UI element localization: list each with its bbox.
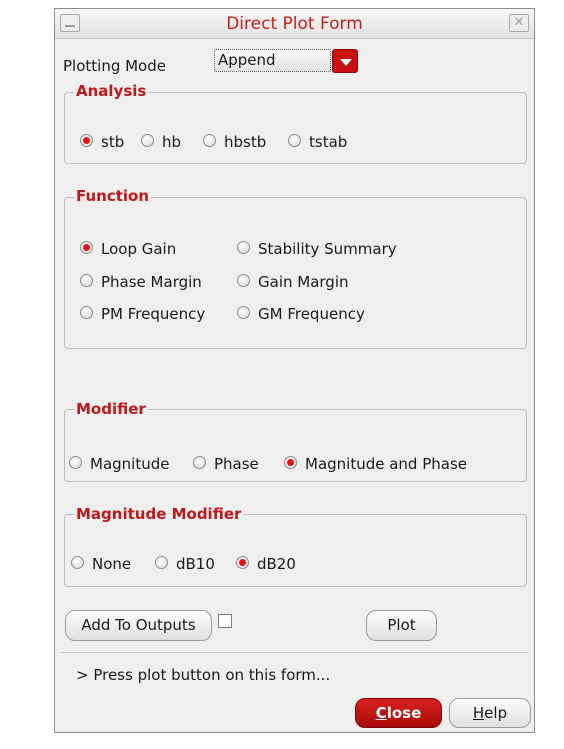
- status-message: > Press plot button on this form...: [76, 666, 331, 684]
- radio-stability-summary[interactable]: Stability Summary: [237, 240, 397, 258]
- close-button[interactable]: Close: [355, 698, 442, 728]
- close-mnemonic: C: [375, 704, 387, 722]
- help-button[interactable]: Help: [449, 698, 531, 728]
- add-to-outputs-checkbox[interactable]: [218, 614, 232, 628]
- radio-label: None: [92, 555, 132, 573]
- help-mnemonic: H: [472, 704, 485, 722]
- radio-label: dB10: [176, 555, 215, 573]
- radio-button-icon[interactable]: [237, 241, 250, 254]
- radio-label: Stability Summary: [258, 240, 397, 258]
- radio-button-icon[interactable]: [69, 456, 82, 469]
- radio-hbstb[interactable]: hbstb: [203, 133, 266, 151]
- radio-button-icon[interactable]: [237, 274, 250, 287]
- radio-label: GM Frequency: [258, 305, 365, 323]
- radio-button-icon[interactable]: [237, 306, 250, 319]
- radio-label: hb: [162, 133, 182, 151]
- radio-label: stb: [101, 133, 125, 151]
- radio-hb[interactable]: hb: [141, 133, 181, 151]
- radio-button-icon[interactable]: [141, 134, 154, 147]
- radio-button-icon[interactable]: [80, 306, 93, 319]
- radio-label: Magnitude: [90, 455, 170, 473]
- radio-button-icon[interactable]: [236, 556, 249, 569]
- radio-button-icon[interactable]: [284, 456, 297, 469]
- title-bar[interactable]: Direct Plot Form ✕: [55, 9, 534, 39]
- radio-button-icon[interactable]: [155, 556, 168, 569]
- plotting-mode-select[interactable]: Append: [214, 49, 359, 74]
- radio-button-icon[interactable]: [80, 241, 93, 254]
- radio-button-icon[interactable]: [80, 134, 93, 147]
- radio-label: dB20: [257, 555, 296, 573]
- plotting-mode-label: Plotting Mode: [63, 57, 166, 75]
- divider: [61, 652, 528, 653]
- radio-button-icon[interactable]: [71, 556, 84, 569]
- radio-label: PM Frequency: [101, 305, 206, 323]
- radio-stb[interactable]: stb: [80, 133, 124, 151]
- radio-tstab[interactable]: tstab: [288, 133, 347, 151]
- plotting-mode-value[interactable]: Append: [214, 49, 331, 72]
- analysis-group-label: Analysis: [74, 82, 149, 100]
- radio-phase[interactable]: Phase: [193, 455, 259, 473]
- radio-db20[interactable]: dB20: [236, 555, 296, 573]
- magnitude-modifier-group: [64, 514, 527, 587]
- close-label: lose: [386, 704, 422, 722]
- radio-phase-margin[interactable]: Phase Margin: [80, 273, 202, 291]
- magnitude-modifier-group-label: Magnitude Modifier: [74, 505, 244, 523]
- radio-label: Gain Margin: [258, 273, 349, 291]
- radio-label: Loop Gain: [101, 240, 177, 258]
- add-to-outputs-button[interactable]: Add To Outputs: [65, 610, 212, 641]
- radio-button-icon[interactable]: [203, 134, 216, 147]
- radio-label: Magnitude and Phase: [305, 455, 468, 473]
- window-title: Direct Plot Form: [226, 14, 363, 34]
- radio-loop-gain[interactable]: Loop Gain: [80, 240, 176, 258]
- analysis-group: [64, 92, 527, 164]
- help-label: elp: [484, 704, 508, 722]
- function-group-label: Function: [74, 187, 152, 205]
- modifier-group-label: Modifier: [74, 400, 148, 418]
- radio-pm-frequency[interactable]: PM Frequency: [80, 305, 205, 323]
- radio-label: Phase: [214, 455, 259, 473]
- plot-button[interactable]: Plot: [366, 610, 437, 641]
- direct-plot-window: Direct Plot Form ✕ Plotting Mode Append …: [54, 8, 535, 733]
- radio-gain-margin[interactable]: Gain Margin: [237, 273, 349, 291]
- radio-label: hbstb: [224, 133, 267, 151]
- radio-button-icon[interactable]: [288, 134, 301, 147]
- radio-label: tstab: [309, 133, 348, 151]
- window-close-icon[interactable]: ✕: [509, 14, 529, 32]
- radio-db10[interactable]: dB10: [155, 555, 215, 573]
- radio-button-icon[interactable]: [80, 274, 93, 287]
- radio-gm-frequency[interactable]: GM Frequency: [237, 305, 365, 323]
- dropdown-arrow-icon[interactable]: [332, 49, 358, 73]
- radio-magnitude-and-phase[interactable]: Magnitude and Phase: [284, 455, 467, 473]
- radio-magnitude[interactable]: Magnitude: [69, 455, 169, 473]
- radio-label: Phase Margin: [101, 273, 202, 291]
- radio-none[interactable]: None: [71, 555, 131, 573]
- radio-button-icon[interactable]: [193, 456, 206, 469]
